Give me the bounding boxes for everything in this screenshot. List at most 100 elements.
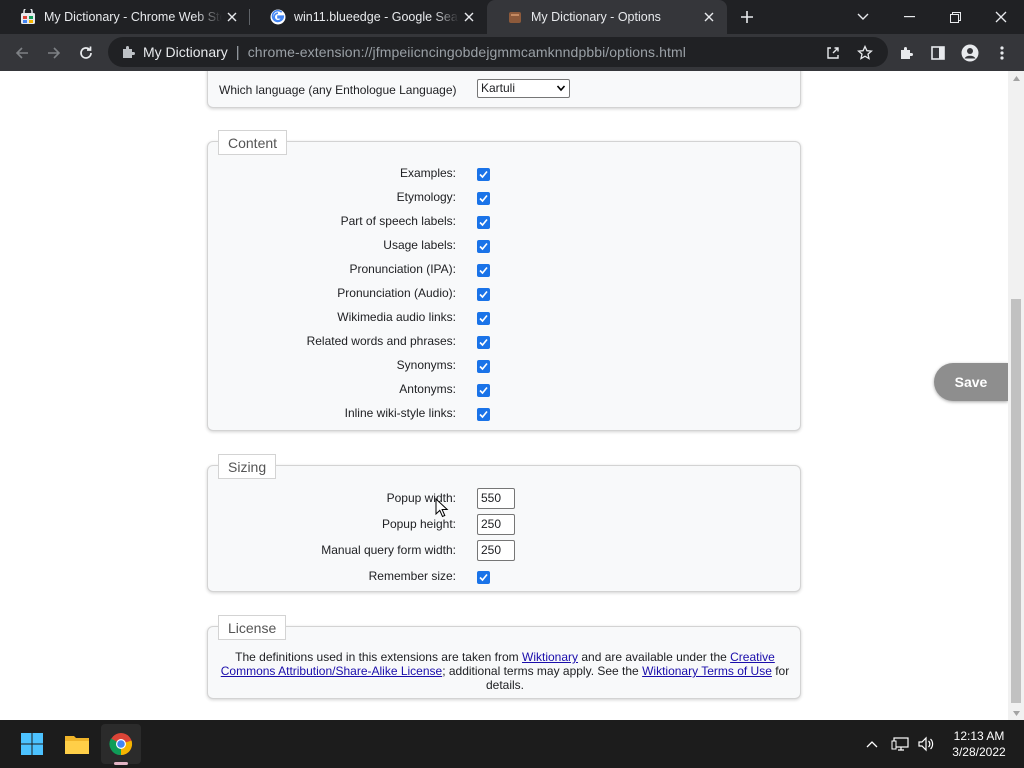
- extensions-icon[interactable]: [892, 39, 920, 67]
- check-icon: [479, 410, 488, 419]
- volume-icon[interactable]: [916, 734, 936, 754]
- extension-puzzle-icon: [123, 46, 135, 58]
- profile-icon[interactable]: [956, 39, 984, 67]
- tab-title: My Dictionary - Chrome Web Store: [44, 10, 222, 24]
- popup-width-input[interactable]: 550: [477, 488, 515, 509]
- option-label: Part of speech labels:: [340, 214, 456, 228]
- check-icon: [479, 170, 488, 179]
- wikimedia-audio-checkbox[interactable]: [477, 312, 490, 325]
- mouse-cursor-icon: [435, 498, 449, 518]
- tab-title: My Dictionary - Options: [531, 10, 661, 24]
- option-label: Pronunciation (Audio):: [337, 286, 456, 300]
- inline-wiki-links-checkbox[interactable]: [477, 408, 490, 421]
- check-icon: [479, 362, 488, 371]
- check-icon: [479, 314, 488, 323]
- option-inline-wiki-links: Inline wiki-style links:: [208, 403, 802, 427]
- sizing-fieldset: Sizing Popup width: 550 Popup height: 25…: [207, 454, 802, 592]
- license-text-part: and are available under the: [578, 650, 731, 664]
- file-explorer-icon[interactable]: [57, 724, 97, 764]
- my-dictionary-icon: [509, 12, 521, 23]
- check-icon: [479, 290, 488, 299]
- option-label: Wikimedia audio links:: [337, 310, 456, 324]
- option-pronunciation-ipa: Pronunciation (IPA):: [208, 259, 802, 283]
- popup-height-label: Popup height:: [381, 517, 456, 531]
- language-select[interactable]: Kartuli: [477, 79, 570, 98]
- close-window-icon[interactable]: [978, 0, 1024, 34]
- option-part-of-speech: Part of speech labels:: [208, 211, 802, 235]
- pronunciation-ipa-checkbox[interactable]: [477, 264, 490, 277]
- page-scrollbar[interactable]: [1008, 71, 1024, 720]
- browser-toolbar: My Dictionary | chrome-extension://jfmpe…: [0, 34, 1024, 71]
- pronunciation-audio-checkbox[interactable]: [477, 288, 490, 301]
- browser-tab-strip: My Dictionary - Chrome Web Store win11.b…: [0, 0, 1024, 34]
- query-width-input[interactable]: 250: [477, 540, 515, 561]
- check-icon: [479, 218, 488, 227]
- tab-google-search[interactable]: win11.blueedge - Google Search: [250, 0, 487, 34]
- active-app-indicator: [114, 762, 128, 765]
- address-bar[interactable]: My Dictionary | chrome-extension://jfmpe…: [108, 37, 888, 67]
- license-text-part: The definitions used in this extensions …: [235, 650, 522, 664]
- side-panel-icon[interactable]: [924, 39, 952, 67]
- usage-labels-checkbox[interactable]: [477, 240, 490, 253]
- bookmark-star-icon[interactable]: [854, 42, 876, 64]
- remember-size-label: Remember size:: [368, 569, 456, 583]
- back-arrow-icon[interactable]: [8, 39, 36, 67]
- windows-taskbar: 12:13 AM 3/28/2022: [0, 720, 1024, 768]
- start-windows-icon[interactable]: [12, 724, 52, 764]
- site-name: My Dictionary: [143, 44, 228, 60]
- tab-chrome-web-store[interactable]: My Dictionary - Chrome Web Store: [0, 0, 250, 34]
- option-label: Related words and phrases:: [306, 334, 456, 348]
- part-of-speech-checkbox[interactable]: [477, 216, 490, 229]
- synonyms-checkbox[interactable]: [477, 360, 490, 373]
- scrollbar-thumb[interactable]: [1011, 299, 1021, 703]
- check-icon: [479, 573, 488, 582]
- option-label: Synonyms:: [396, 358, 456, 372]
- share-icon[interactable]: [822, 42, 844, 64]
- tab-close-icon[interactable]: [459, 7, 479, 27]
- tab-search-icon[interactable]: [840, 0, 886, 34]
- forward-arrow-icon[interactable]: [40, 39, 68, 67]
- chrome-app-icon[interactable]: [101, 724, 141, 764]
- related-words-checkbox[interactable]: [477, 336, 490, 349]
- option-label: Inline wiki-style links:: [344, 406, 456, 420]
- url-text[interactable]: chrome-extension://jfmpeiicncingobdejgmm…: [248, 44, 686, 60]
- omnibox-separator: |: [235, 43, 240, 61]
- show-hidden-icons-chevron-icon[interactable]: [862, 734, 882, 754]
- option-label: Usage labels:: [383, 238, 456, 252]
- popup-height-row: Popup height: 250: [208, 514, 802, 538]
- minimize-icon[interactable]: [886, 0, 932, 34]
- language-row: Which language (any Enthologue Language)…: [208, 79, 802, 104]
- wiktionary-link[interactable]: Wiktionary: [522, 650, 578, 664]
- tab-close-icon[interactable]: [222, 7, 242, 27]
- popup-height-input[interactable]: 250: [477, 514, 515, 535]
- scroll-up-icon[interactable]: [1008, 71, 1024, 85]
- system-clock[interactable]: 12:13 AM 3/28/2022: [948, 728, 1010, 760]
- remember-size-checkbox[interactable]: [477, 571, 490, 584]
- terms-of-use-link[interactable]: Wiktionary Terms of Use: [642, 664, 772, 678]
- network-icon[interactable]: [890, 734, 910, 754]
- menu-kebab-icon[interactable]: [988, 39, 1016, 67]
- new-tab-icon[interactable]: [736, 6, 758, 28]
- check-icon: [479, 266, 488, 275]
- google-icon: [270, 9, 286, 25]
- reload-icon[interactable]: [72, 39, 100, 67]
- language-label: Which language (any Enthologue Language): [219, 83, 457, 97]
- restore-icon[interactable]: [932, 0, 978, 34]
- query-width-label: Manual query form width:: [321, 543, 456, 557]
- antonyms-checkbox[interactable]: [477, 384, 490, 397]
- chrome-web-store-icon: [21, 9, 35, 24]
- language-fieldset: Which language (any Enthologue Language)…: [207, 71, 801, 108]
- check-icon: [479, 194, 488, 203]
- tab-options[interactable]: My Dictionary - Options: [487, 0, 727, 34]
- option-synonyms: Synonyms:: [208, 355, 802, 379]
- etymology-checkbox[interactable]: [477, 192, 490, 205]
- content-legend: Content: [218, 130, 288, 155]
- clock-time: 12:13 AM: [953, 729, 1005, 743]
- options-page: Which language (any Enthologue Language)…: [0, 71, 1008, 720]
- option-label: Etymology:: [396, 190, 456, 204]
- scroll-down-icon[interactable]: [1008, 706, 1024, 720]
- examples-checkbox[interactable]: [477, 168, 490, 181]
- save-button[interactable]: Save: [934, 363, 1008, 401]
- tab-close-icon[interactable]: [699, 7, 719, 27]
- query-width-row: Manual query form width: 250: [208, 540, 802, 564]
